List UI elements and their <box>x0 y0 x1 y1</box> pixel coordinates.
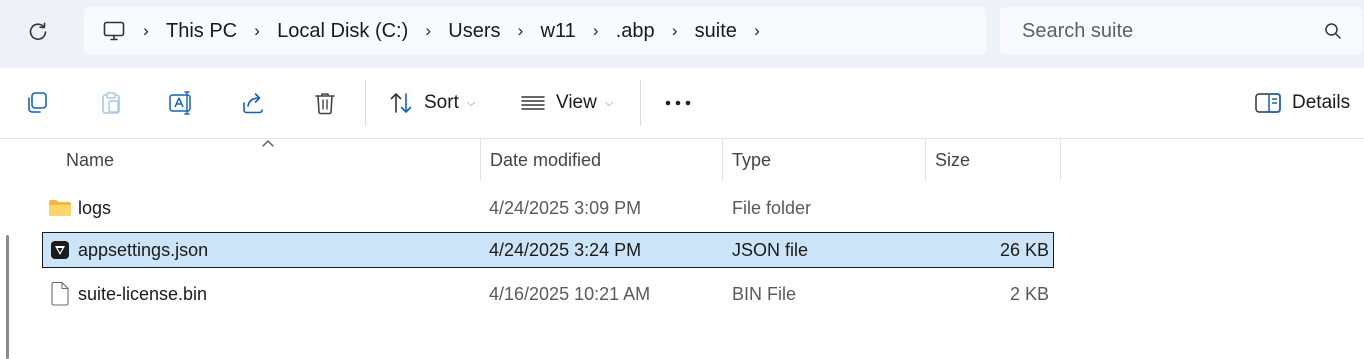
column-header-name[interactable]: Name <box>66 139 480 181</box>
folder-icon <box>48 196 72 220</box>
column-divider[interactable] <box>480 139 481 181</box>
search-icon[interactable] <box>1322 20 1344 42</box>
toolbar-divider <box>640 80 641 126</box>
file-type: File folder <box>732 197 812 218</box>
column-header-type[interactable]: Type <box>732 139 924 181</box>
command-bar: Sort ⌵ View ⌵ Details <box>0 68 1364 139</box>
chevron-right-icon[interactable]: › <box>126 21 166 41</box>
sort-button[interactable]: Sort ⌵ <box>388 86 475 120</box>
paste-icon <box>102 92 120 114</box>
column-header-type-label: Type <box>732 149 772 170</box>
refresh-button[interactable] <box>18 14 58 50</box>
column-header-size-label: Size <box>935 149 971 170</box>
chevron-down-icon: ⌵ <box>604 96 614 109</box>
scrollbar[interactable] <box>0 139 12 359</box>
column-header-date-modified[interactable]: Date modified <box>490 139 722 181</box>
file-size <box>935 190 1049 226</box>
file-date: 4/24/2025 3:24 PM <box>489 239 642 260</box>
rename-icon <box>169 91 191 115</box>
file-row[interactable]: logs 4/24/2025 3:09 PM File folder <box>42 190 1054 226</box>
chevron-down-icon: ⌵ <box>466 96 476 109</box>
details-pane-button[interactable]: Details <box>1254 86 1350 120</box>
view-button[interactable]: View ⌵ <box>520 86 613 120</box>
trash-icon <box>315 93 335 115</box>
file-type: JSON file <box>732 239 809 260</box>
chevron-right-icon[interactable]: › <box>501 21 541 41</box>
copy-icon <box>28 92 47 113</box>
file-list: Name Date modified Type Size logs 4/24/2… <box>0 139 1364 359</box>
chevron-right-icon[interactable]: › <box>655 21 695 41</box>
details-label: Details <box>1292 92 1351 113</box>
search-placeholder[interactable]: Search suite <box>1022 20 1322 43</box>
more-horizontal-icon <box>665 100 691 106</box>
column-header-size[interactable]: Size <box>935 139 1059 181</box>
share-icon <box>243 93 263 114</box>
column-header-date-label: Date modified <box>490 149 602 170</box>
breadcrumb-item-this-pc[interactable]: This PC <box>166 20 237 43</box>
more-options-button[interactable] <box>662 86 694 120</box>
file-name: suite-license.bin <box>78 283 208 304</box>
sort-label: Sort <box>424 92 459 113</box>
rename-button[interactable] <box>164 86 198 120</box>
file-name: logs <box>78 197 112 218</box>
share-button[interactable] <box>236 86 270 120</box>
chevron-right-icon[interactable]: › <box>576 21 616 41</box>
breadcrumb-item-w11[interactable]: w11 <box>541 20 576 43</box>
breadcrumb-item-local-disk[interactable]: Local Disk (C:) <box>277 20 408 43</box>
column-divider[interactable] <box>925 139 926 181</box>
json-file-icon <box>48 238 72 262</box>
file-size: 26 KB <box>999 239 1049 260</box>
address-bar-row: › This PC › Local Disk (C:) › Users › w1… <box>0 0 1364 68</box>
view-label: View <box>556 92 597 113</box>
copy-button[interactable] <box>20 86 54 120</box>
breadcrumb-item-abp[interactable]: .abp <box>616 20 655 43</box>
file-type: BIN File <box>732 283 797 304</box>
file-row[interactable]: suite-license.bin 4/16/2025 10:21 AM BIN… <box>42 276 1054 312</box>
file-icon <box>48 282 72 306</box>
refresh-icon <box>29 22 47 40</box>
sort-icon <box>390 93 412 113</box>
search-input[interactable]: Search suite <box>1000 7 1362 55</box>
file-date: 4/16/2025 10:21 AM <box>489 283 651 304</box>
chevron-right-icon[interactable]: › <box>737 21 777 41</box>
this-pc-icon[interactable] <box>102 19 126 43</box>
file-row-selected[interactable]: appsettings.json 4/24/2025 3:24 PM JSON … <box>42 232 1054 268</box>
breadcrumb[interactable]: › This PC › Local Disk (C:) › Users › w1… <box>84 7 986 55</box>
column-divider[interactable] <box>1060 139 1061 181</box>
chevron-right-icon[interactable]: › <box>237 21 277 41</box>
details-pane-icon <box>1255 93 1281 113</box>
file-size: 2 KB <box>1009 283 1049 304</box>
scrollbar-thumb[interactable] <box>6 235 9 359</box>
view-list-icon <box>521 96 545 110</box>
breadcrumb-item-users[interactable]: Users <box>448 20 500 43</box>
breadcrumb-item-suite[interactable]: suite <box>695 20 737 43</box>
file-date: 4/24/2025 3:09 PM <box>489 197 642 218</box>
toolbar-divider <box>365 80 366 126</box>
delete-button[interactable] <box>308 86 342 120</box>
column-header-name-label: Name <box>66 149 115 170</box>
paste-button[interactable] <box>94 86 128 120</box>
column-divider[interactable] <box>722 139 723 181</box>
file-name: appsettings.json <box>78 239 209 260</box>
chevron-right-icon[interactable]: › <box>408 21 448 41</box>
